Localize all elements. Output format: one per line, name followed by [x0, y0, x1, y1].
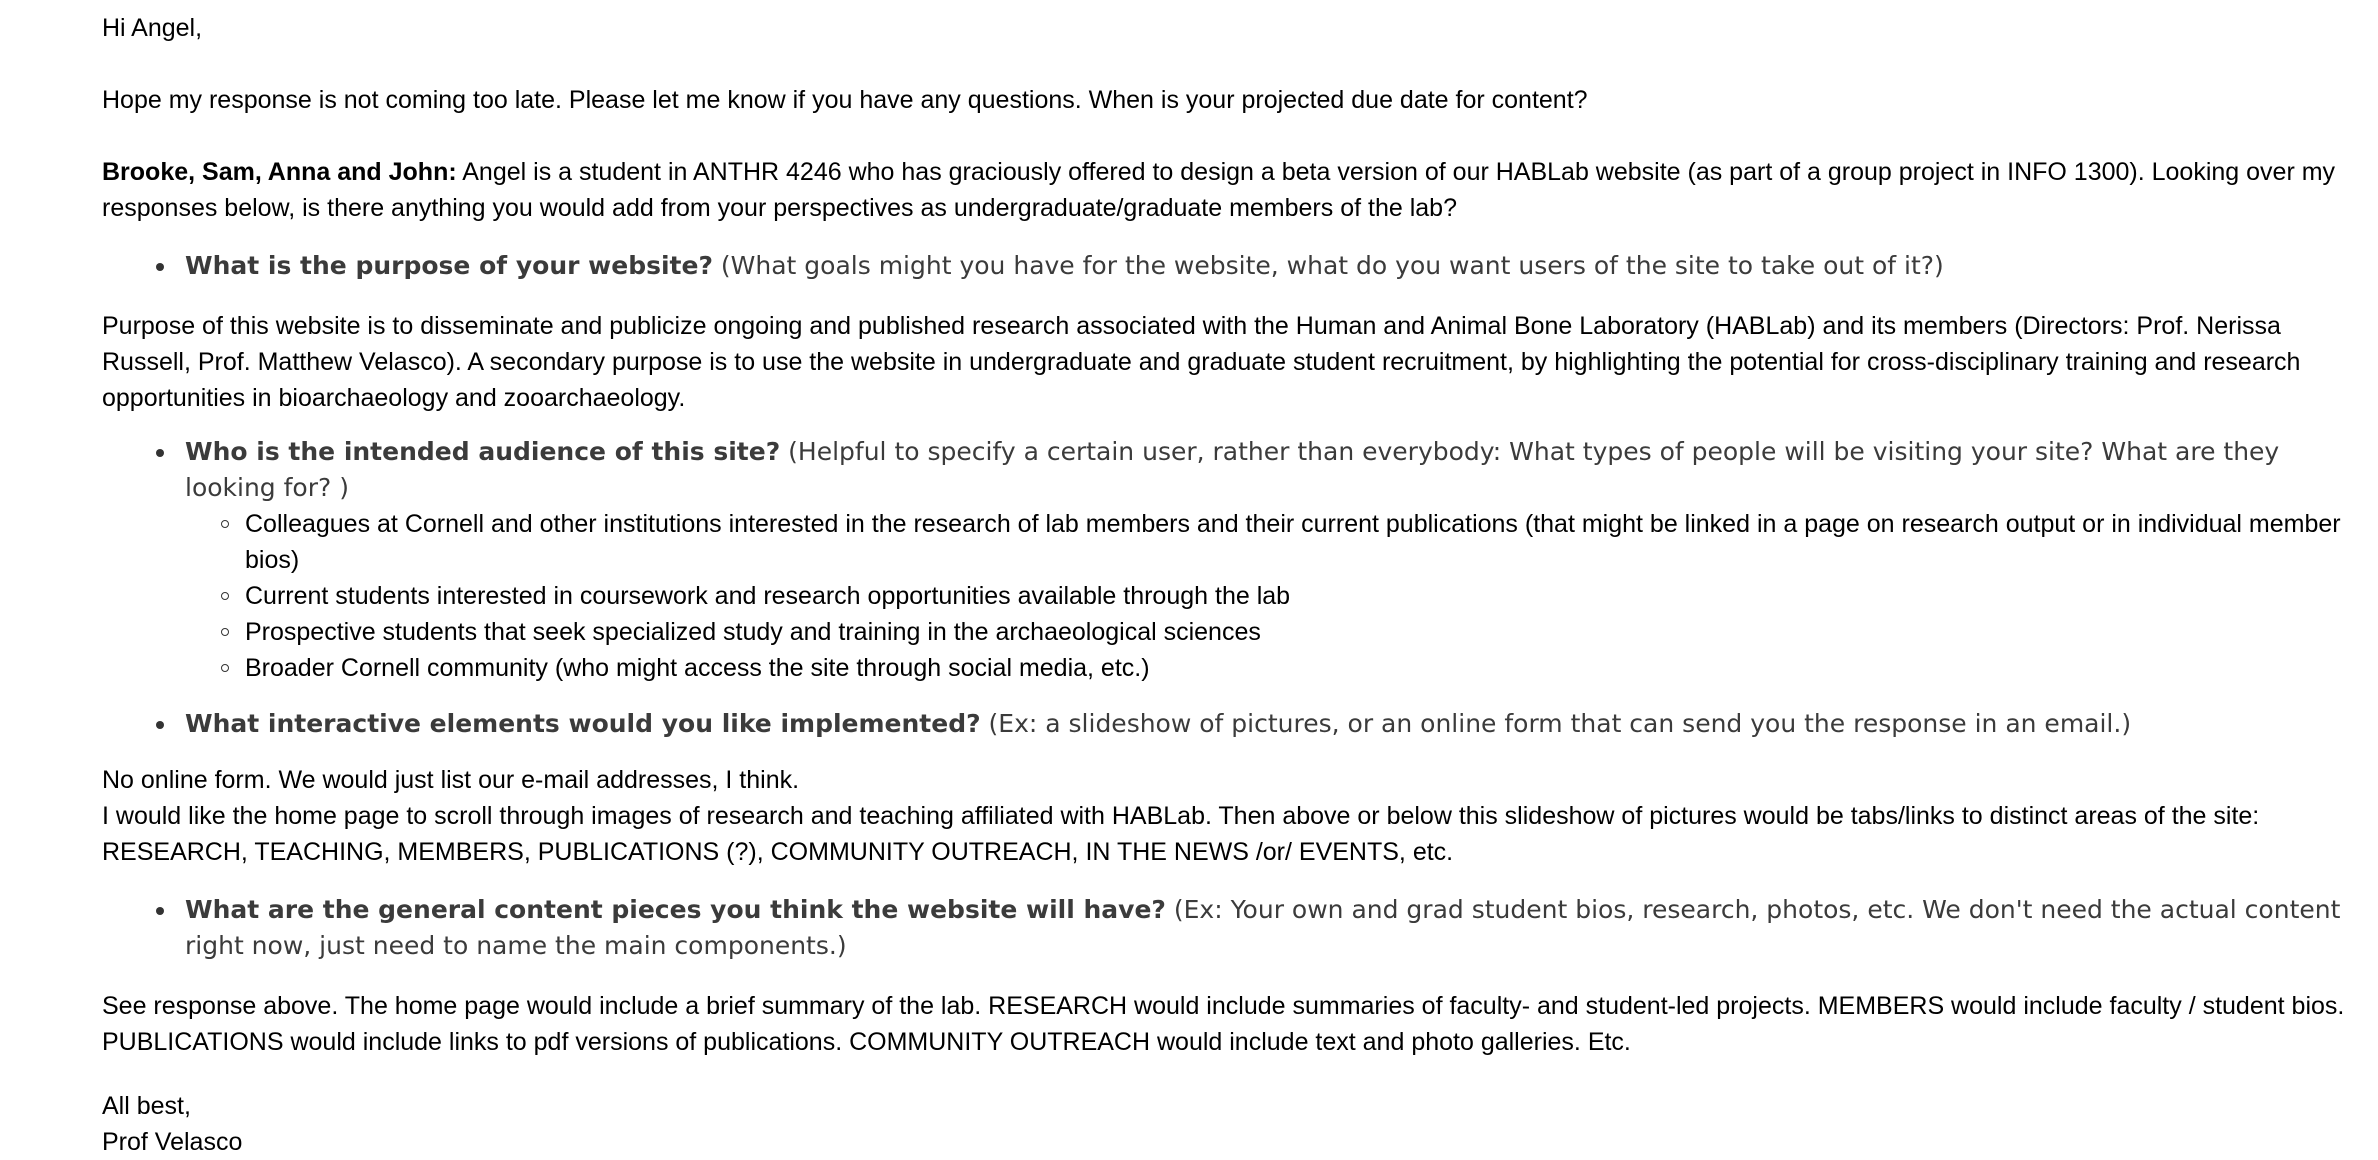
- question-list-3: What interactive elements would you like…: [102, 706, 2352, 742]
- question-hint: (What goals might you have for the websi…: [712, 251, 1944, 280]
- question-list-4: What are the general content pieces you …: [102, 892, 2352, 964]
- list-item: Current students interested in coursewor…: [221, 578, 2352, 614]
- answer-interactive-line2: I would like the home page to scroll thr…: [102, 802, 2260, 866]
- question-audience: Who is the intended audience of this sit…: [156, 434, 2352, 686]
- list-item: Prospective students that seek specializ…: [221, 614, 2352, 650]
- addressees-names: Brooke, Sam, Anna and John:: [102, 158, 457, 186]
- signature: Prof Velasco: [102, 1128, 243, 1156]
- question-text: Who is the intended audience of this sit…: [185, 437, 781, 466]
- signoff: All best,: [102, 1092, 191, 1120]
- answer-interactive-line1: No online form. We would just list our e…: [102, 766, 800, 794]
- email-body: Hi Angel, Hope my response is not coming…: [102, 0, 2352, 1160]
- question-interactive: What interactive elements would you like…: [156, 706, 2352, 742]
- greeting: Hi Angel,: [102, 14, 203, 42]
- list-item: Colleagues at Cornell and other institut…: [221, 506, 2352, 578]
- question-list-2: Who is the intended audience of this sit…: [102, 434, 2352, 686]
- question-text: What is the purpose of your website?: [185, 251, 713, 280]
- intro-paragraph: Hope my response is not coming too late.…: [102, 86, 1588, 114]
- question-text: What are the general content pieces you …: [185, 895, 1166, 924]
- answer-content: See response above. The home page would …: [102, 992, 2345, 1056]
- answer-purpose: Purpose of this website is to disseminat…: [102, 312, 2301, 412]
- question-hint: (Ex: a slideshow of pictures, or an onli…: [980, 709, 2132, 738]
- question-purpose: What is the purpose of your website? (Wh…: [156, 248, 2352, 284]
- question-text: What interactive elements would you like…: [185, 709, 981, 738]
- question-list-1: What is the purpose of your website? (Wh…: [102, 248, 2352, 284]
- audience-list: Colleagues at Cornell and other institut…: [185, 506, 2352, 686]
- question-content: What are the general content pieces you …: [156, 892, 2352, 964]
- list-item: Broader Cornell community (who might acc…: [221, 650, 2352, 686]
- addressees-paragraph: Brooke, Sam, Anna and John: Angel is a s…: [102, 154, 2352, 226]
